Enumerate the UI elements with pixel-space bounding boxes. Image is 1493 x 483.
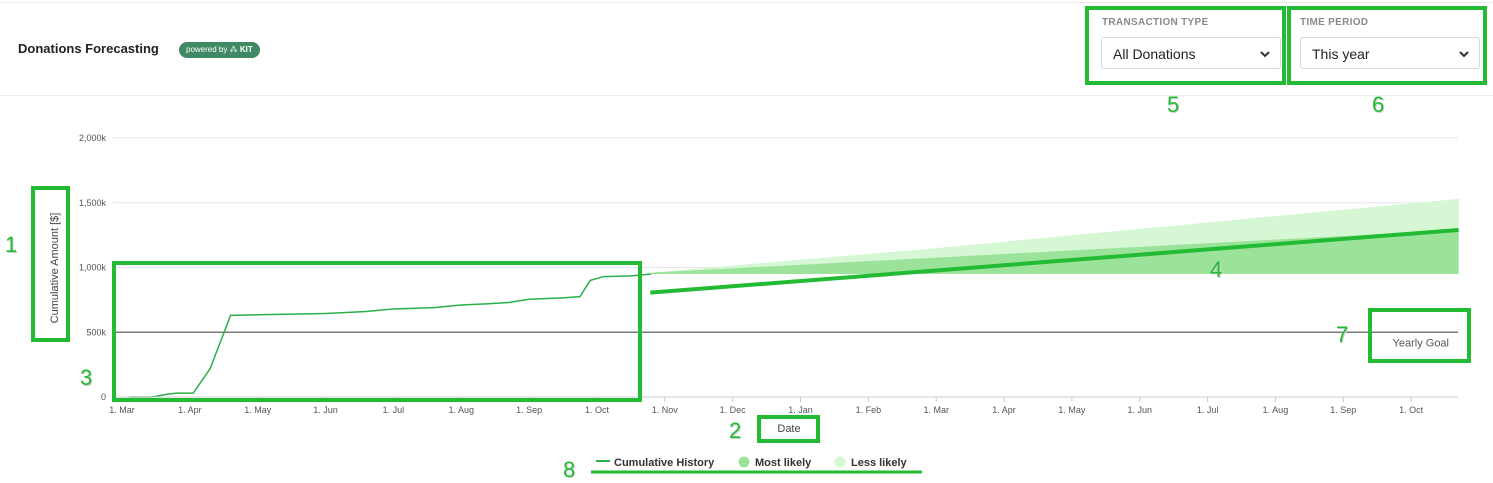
cumulative-history-line [128, 273, 652, 398]
legend-dot-swatch [738, 456, 750, 468]
annotation-number: 7 [1336, 322, 1349, 347]
y-tick-label: 2,000k [79, 133, 107, 143]
annotation-number: 6 [1372, 92, 1385, 117]
x-tick-label: 1. Feb [856, 405, 882, 415]
x-tick-label: 1. Mar [923, 405, 949, 415]
annotation-number: 8 [563, 457, 576, 482]
x-tick-label: 1. May [244, 405, 272, 415]
x-tick-label: 1. Jan [788, 405, 813, 415]
x-tick-label: 1. Apr [992, 405, 1016, 415]
x-tick-label: 1. Sep [1330, 405, 1356, 415]
legend-label-history: Cumulative History [614, 457, 715, 469]
annotation-number: 4 [1210, 257, 1223, 282]
most-likely-band [651, 229, 1459, 274]
y-tick-label: 1,500k [79, 198, 107, 208]
x-axis-title: Date [777, 423, 800, 435]
x-tick-label: 1. Oct [585, 405, 610, 415]
annotation-number: 5 [1167, 92, 1180, 117]
x-tick-label: 1. Mar [109, 405, 135, 415]
legend-label-most-likely: Most likely [755, 457, 812, 469]
x-tick-label: 1. Jul [383, 405, 405, 415]
y-axis-title: Cumulative Amount [$] [49, 213, 61, 324]
annotation-number: 1 [5, 232, 18, 257]
x-tick-label: 1. Jun [313, 405, 338, 415]
x-tick-label: 1. Apr [178, 405, 202, 415]
x-tick-label: 1. Aug [1263, 405, 1289, 415]
legend-dot-swatch [834, 456, 846, 468]
x-axis-ticks: 1. Mar 1. Apr 1. May 1. Jun 1. Jul 1. Aug 1. S… [109, 397, 1424, 415]
legend: Cumulative History Most likely Less like… [596, 456, 908, 470]
forecast-chart: Yearly Goal 0 500k 1,000k 1,500k 2,000k 1. M… [49, 133, 1459, 474]
legend-item-most-likely[interactable]: Most likely [738, 456, 813, 470]
x-tick-label: 1. Sep [516, 405, 542, 415]
x-tick-label: 1. Dec [720, 405, 747, 415]
y-tick-label: 0 [101, 392, 106, 402]
y-axis-ticks: 0 500k 1,000k 1,500k 2,000k [79, 133, 107, 402]
x-tick-label: 1. May [1058, 405, 1086, 415]
x-tick-label: 1. Jul [1197, 405, 1219, 415]
y-tick-label: 1,000k [79, 263, 107, 273]
legend-item-less-likely[interactable]: Less likely [834, 456, 908, 470]
x-tick-label: 1. Jun [1127, 405, 1152, 415]
x-tick-label: 1. Nov [652, 405, 679, 415]
legend-label-less-likely: Less likely [851, 457, 908, 469]
yearly-goal-label: Yearly Goal [1393, 337, 1449, 349]
y-tick-label: 500k [86, 327, 106, 337]
legend-item-cumulative-history[interactable]: Cumulative History [596, 457, 715, 469]
x-tick-label: 1. Aug [448, 405, 474, 415]
annotation-number: 2 [729, 418, 742, 443]
annotation-number: 3 [80, 365, 93, 390]
x-tick-label: 1. Oct [1399, 405, 1424, 415]
